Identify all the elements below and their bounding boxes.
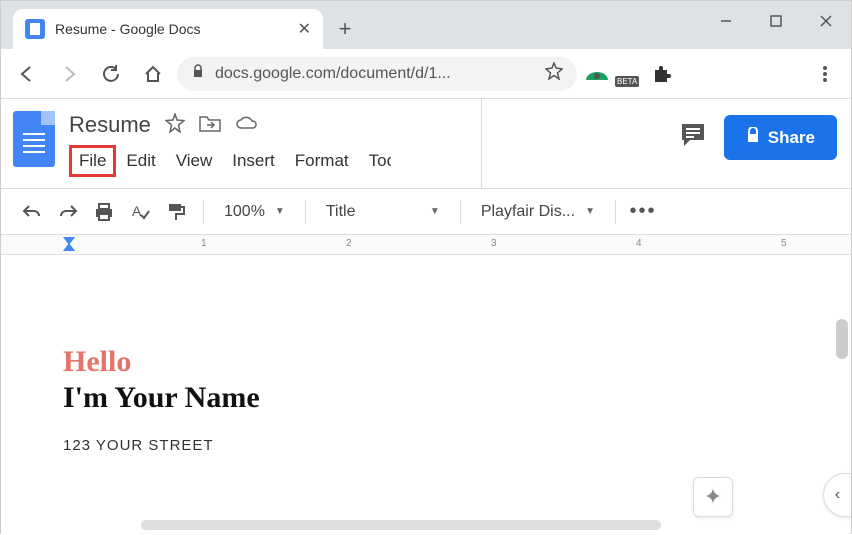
cloud-status-icon[interactable] — [235, 115, 259, 136]
reload-button[interactable] — [93, 56, 129, 92]
ruler-mark: 4 — [636, 238, 642, 249]
move-folder-icon[interactable] — [199, 114, 221, 137]
chevron-down-icon: ▼ — [430, 206, 440, 217]
font-dropdown[interactable]: Playfair Dis... ▼ — [473, 203, 603, 221]
svg-text:A: A — [132, 203, 142, 219]
docs-header: Resume File Edit View Insert Format Tool… — [1, 99, 851, 189]
window-minimize-button[interactable] — [701, 1, 751, 41]
vertical-scrollbar-thumb[interactable] — [836, 319, 848, 359]
forward-button[interactable] — [51, 56, 87, 92]
beta-badge: BETA — [615, 76, 639, 87]
explore-button[interactable]: ✦ — [693, 477, 733, 517]
address-bar[interactable]: docs.google.com/document/d/1... — [177, 57, 577, 91]
left-indent-marker[interactable] — [63, 243, 75, 251]
lock-icon — [191, 64, 205, 83]
undo-button[interactable] — [17, 197, 47, 227]
docs-favicon — [25, 19, 45, 39]
document-title[interactable]: Resume — [69, 112, 151, 138]
ruler-mark: 2 — [346, 238, 352, 249]
paint-format-button[interactable] — [161, 197, 191, 227]
spellcheck-button[interactable]: A — [125, 197, 155, 227]
tab-title: Resume - Google Docs — [55, 21, 288, 37]
share-button[interactable]: Share — [724, 115, 837, 160]
share-button-label: Share — [768, 128, 815, 148]
header-divider — [481, 99, 482, 189]
menu-view[interactable]: View — [166, 145, 223, 177]
tab-close-button[interactable]: ✕ — [298, 19, 311, 39]
menu-file[interactable]: File — [69, 145, 116, 177]
ruler-mark: 3 — [491, 238, 497, 249]
redo-button[interactable] — [53, 197, 83, 227]
browser-toolbar: docs.google.com/document/d/1... BETA — [1, 49, 851, 99]
window-maximize-button[interactable] — [751, 1, 801, 41]
doc-name-text[interactable]: I'm Your Name — [63, 381, 851, 415]
style-value: Title — [326, 203, 356, 221]
url-text: docs.google.com/document/d/1... — [215, 65, 535, 83]
comment-history-button[interactable] — [680, 122, 706, 153]
new-tab-button[interactable]: + — [329, 13, 361, 45]
window-close-button[interactable] — [801, 1, 851, 41]
print-button[interactable] — [89, 197, 119, 227]
doc-greeting-text[interactable]: Hello — [63, 345, 851, 379]
star-document-icon[interactable] — [165, 113, 185, 138]
lock-icon — [746, 127, 760, 148]
browser-menu-button[interactable] — [807, 56, 843, 92]
back-button[interactable] — [9, 56, 45, 92]
zoom-dropdown[interactable]: 100% ▼ — [216, 203, 293, 221]
menu-edit[interactable]: Edit — [116, 145, 165, 177]
doc-address-text[interactable]: 123 YOUR STREET — [63, 437, 851, 454]
horizontal-scrollbar[interactable] — [141, 520, 661, 530]
horizontal-ruler[interactable]: 1 2 3 4 5 — [1, 235, 851, 255]
extensions-puzzle-icon[interactable] — [647, 60, 675, 88]
browser-tab[interactable]: Resume - Google Docs ✕ — [13, 9, 323, 49]
chevron-down-icon: ▼ — [275, 206, 285, 217]
chevron-down-icon: ▼ — [585, 206, 595, 217]
toolbar-more-button[interactable]: ••• — [628, 197, 658, 227]
docs-logo-icon[interactable] — [13, 111, 55, 167]
menu-format[interactable]: Format — [285, 145, 359, 177]
menu-tools[interactable]: Tools — [359, 145, 391, 177]
home-button[interactable] — [135, 56, 171, 92]
extension-beta-icon[interactable] — [583, 60, 611, 88]
zoom-value: 100% — [224, 203, 265, 221]
ruler-mark: 5 — [781, 238, 787, 249]
docs-toolbar: A 100% ▼ Title ▼ Playfair Dis... ▼ ••• — [1, 189, 851, 235]
menu-insert[interactable]: Insert — [222, 145, 285, 177]
paragraph-style-dropdown[interactable]: Title ▼ — [318, 203, 448, 221]
ruler-mark: 1 — [201, 238, 207, 249]
font-value: Playfair Dis... — [481, 203, 575, 221]
bookmark-star-icon[interactable] — [545, 62, 563, 85]
